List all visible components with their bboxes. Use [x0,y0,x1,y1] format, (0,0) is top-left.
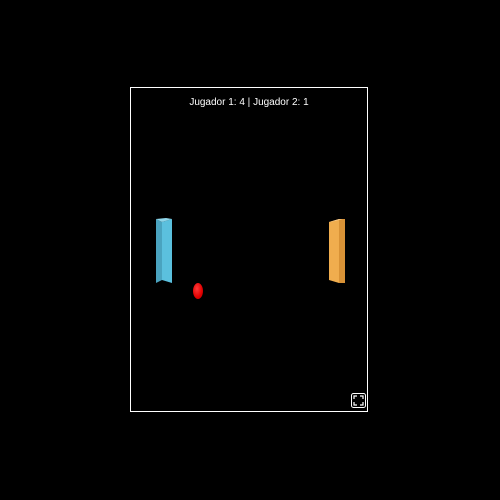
fullscreen-icon[interactable] [351,393,366,408]
player-1-paddle [156,218,172,283]
game-canvas[interactable]: Jugador 1: 4 | Jugador 2: 1 [130,87,368,412]
ball [193,283,203,299]
scoreboard: Jugador 1: 4 | Jugador 2: 1 [189,97,309,108]
player-2-paddle [329,219,345,283]
